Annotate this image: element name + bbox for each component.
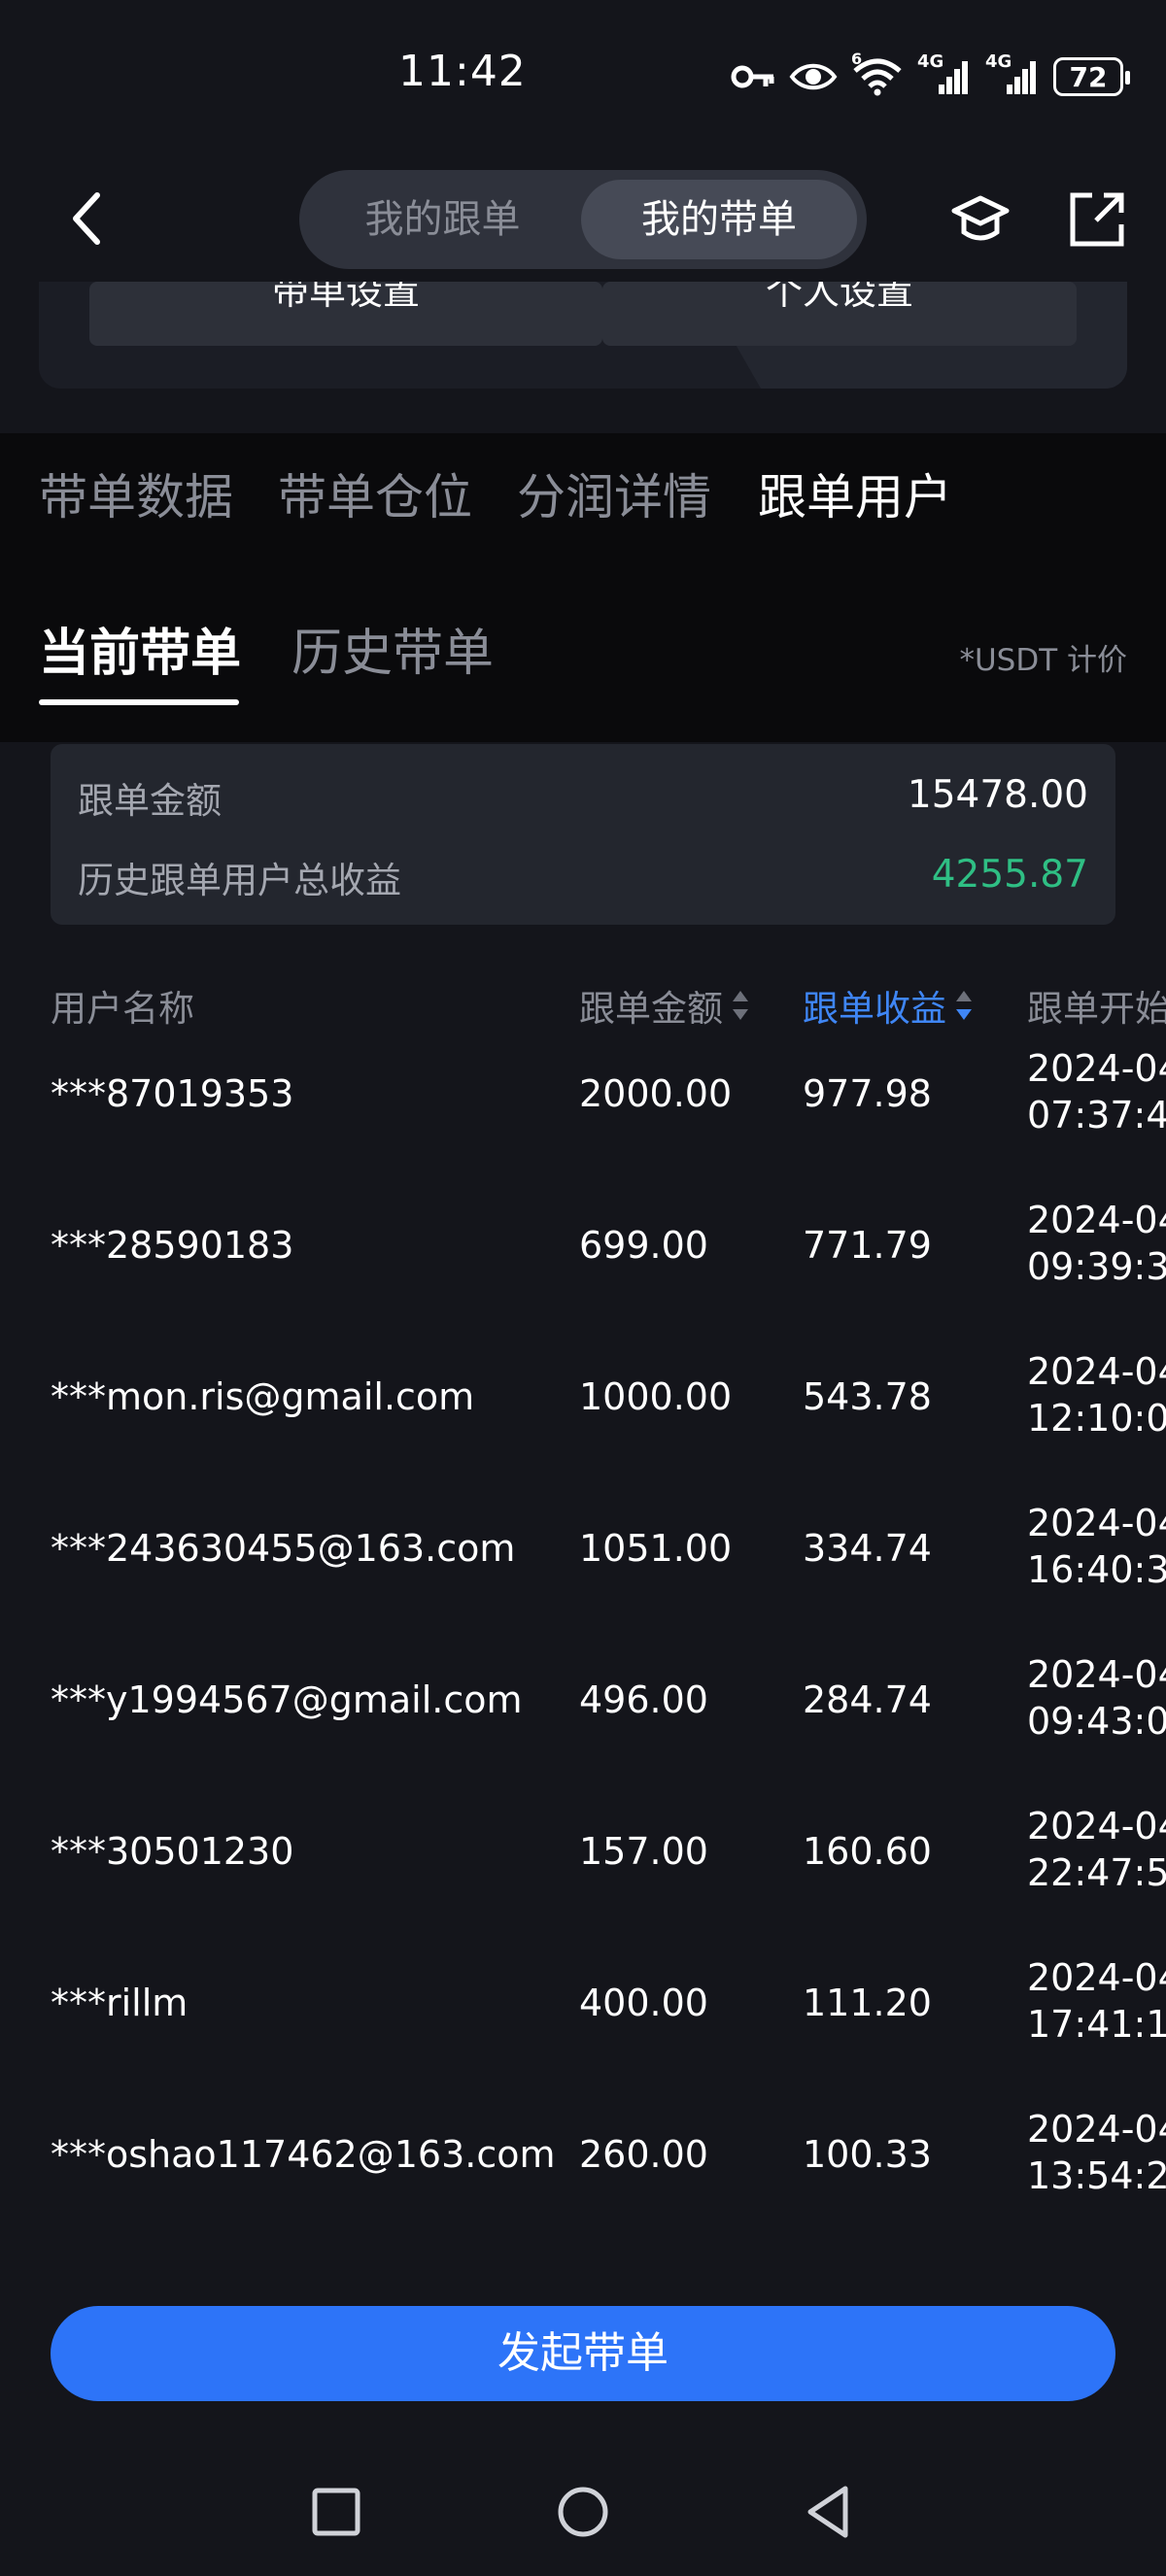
status-icons: 6 4G 4G 72 bbox=[731, 50, 1130, 103]
tab-copy-users[interactable]: 跟单用户 bbox=[758, 458, 952, 528]
usdt-pricing-note: *USDT 计价 bbox=[959, 643, 1127, 678]
tab-profit-share[interactable]: 分润详情 bbox=[517, 458, 711, 528]
cell-amount: 400.00 bbox=[579, 1982, 708, 2024]
cell-profit: 543.78 bbox=[803, 1375, 932, 1418]
table-row[interactable]: ***30501230 157.00 160.60 2024-04 22:47:… bbox=[0, 1776, 1166, 1927]
cell-start-date: 2024-04 bbox=[1027, 2108, 1166, 2151]
cell-user: ***28590183 bbox=[51, 1224, 294, 1267]
cell-start-date: 2024-04 bbox=[1027, 1653, 1166, 1696]
cell-user: ***243630455@163.com bbox=[51, 1527, 516, 1570]
table-row[interactable]: ***87019353 2000.00 977.98 2024-04 07:37… bbox=[0, 1018, 1166, 1169]
cell-start-time: 09:43:0 bbox=[1027, 1700, 1166, 1743]
cell-profit: 284.74 bbox=[803, 1678, 932, 1721]
cell-start-time: 16:40:3 bbox=[1027, 1548, 1166, 1591]
share-icon[interactable] bbox=[1067, 189, 1127, 250]
table-row[interactable]: ***oshao117462@163.com 260.00 100.33 202… bbox=[0, 2079, 1166, 2230]
signal-1-icon: 4G bbox=[917, 51, 972, 96]
cell-amount: 260.00 bbox=[579, 2133, 708, 2176]
summary-card: 跟单金额 15478.00 历史跟单用户总收益 4255.87 bbox=[51, 744, 1115, 925]
cell-profit: 100.33 bbox=[803, 2133, 932, 2176]
vpn-key-icon bbox=[731, 65, 774, 88]
lead-settings-label: 带单设置 bbox=[271, 282, 420, 313]
cell-amount: 1000.00 bbox=[579, 1375, 733, 1418]
cell-start-time: 07:37:4 bbox=[1027, 1094, 1166, 1136]
table-row[interactable]: ***243630455@163.com 1051.00 334.74 2024… bbox=[0, 1473, 1166, 1624]
start-lead-button[interactable]: 发起带单 bbox=[51, 2306, 1115, 2401]
wifi-icon: 6 bbox=[851, 50, 904, 96]
status-time: 11:42 bbox=[398, 47, 527, 96]
sort-desc-icon bbox=[956, 991, 972, 1020]
tab-history-leads[interactable]: 历史带单 bbox=[292, 612, 494, 685]
battery-level: 72 bbox=[1069, 60, 1108, 93]
table-row[interactable]: ***28590183 699.00 771.79 2024-04 09:39:… bbox=[0, 1169, 1166, 1321]
copy-amount-label: 跟单金额 bbox=[78, 780, 222, 822]
cell-amount: 1051.00 bbox=[579, 1527, 733, 1570]
cell-profit: 111.20 bbox=[803, 1982, 932, 2024]
recents-square-icon[interactable] bbox=[307, 2483, 365, 2541]
cell-amount: 2000.00 bbox=[579, 1072, 733, 1115]
back-icon[interactable] bbox=[68, 189, 107, 248]
cell-user: ***y1994567@gmail.com bbox=[51, 1678, 523, 1721]
personal-settings-button[interactable]: 个人设置 bbox=[602, 282, 1077, 346]
total-profit-value: 4255.87 bbox=[931, 853, 1088, 897]
cell-profit: 334.74 bbox=[803, 1527, 932, 1570]
segment-my-lead-trades[interactable]: 我的带单 bbox=[581, 180, 857, 259]
sort-icon bbox=[733, 991, 748, 1020]
cell-user: ***mon.ris@gmail.com bbox=[51, 1375, 475, 1418]
copy-amount-value: 15478.00 bbox=[907, 773, 1088, 817]
graduation-cap-icon[interactable] bbox=[950, 189, 1011, 250]
cell-profit: 771.79 bbox=[803, 1224, 932, 1267]
cell-start-date: 2024-04 bbox=[1027, 1047, 1166, 1090]
cell-start-time: 13:54:2 bbox=[1027, 2154, 1166, 2197]
table-row[interactable]: ***mon.ris@gmail.com 1000.00 543.78 2024… bbox=[0, 1321, 1166, 1473]
settings-card: 带单设置 个人设置 bbox=[39, 282, 1127, 389]
cell-start-time: 17:41:1 bbox=[1027, 2003, 1166, 2046]
cell-start-date: 2024-04 bbox=[1027, 1199, 1166, 1241]
cell-amount: 699.00 bbox=[579, 1224, 708, 1267]
active-tab-indicator bbox=[39, 699, 239, 705]
cell-start-time: 09:39:3 bbox=[1027, 1245, 1166, 1288]
cell-start-date: 2024-04 bbox=[1027, 1502, 1166, 1544]
cell-start-date: 2024-04 bbox=[1027, 1956, 1166, 1999]
cell-user: ***30501230 bbox=[51, 1830, 294, 1873]
total-profit-label: 历史跟单用户总收益 bbox=[78, 860, 401, 901]
segment-my-copy-trades[interactable]: 我的跟单 bbox=[309, 180, 576, 259]
lead-settings-button[interactable]: 带单设置 bbox=[89, 282, 602, 346]
cell-start-time: 22:47:5 bbox=[1027, 1851, 1166, 1894]
table-row[interactable]: ***rillm 400.00 111.20 2024-04 17:41:1 bbox=[0, 1927, 1166, 2079]
personal-settings-label: 个人设置 bbox=[765, 282, 913, 313]
cell-start-date: 2024-04 bbox=[1027, 1350, 1166, 1393]
home-circle-icon[interactable] bbox=[554, 2483, 612, 2541]
cell-amount: 157.00 bbox=[579, 1830, 708, 1873]
wifi-badge: 6 bbox=[851, 50, 863, 68]
cell-amount: 496.00 bbox=[579, 1678, 708, 1721]
tab-lead-data[interactable]: 带单数据 bbox=[39, 458, 233, 528]
eye-icon bbox=[789, 63, 838, 90]
tab-current-leads[interactable]: 当前带单 bbox=[39, 612, 241, 685]
cell-profit: 160.60 bbox=[803, 1830, 932, 1873]
cell-user: ***oshao117462@163.com bbox=[51, 2133, 556, 2176]
mode-segmented-control: 我的跟单 我的带单 bbox=[299, 170, 867, 269]
tab-lead-positions[interactable]: 带单仓位 bbox=[278, 458, 472, 528]
cell-user: ***87019353 bbox=[51, 1072, 294, 1115]
signal-2-icon: 4G bbox=[985, 51, 1040, 96]
back-triangle-icon[interactable] bbox=[801, 2483, 859, 2541]
table-row[interactable]: ***y1994567@gmail.com 496.00 284.74 2024… bbox=[0, 1624, 1166, 1776]
cell-start-time: 12:10:0 bbox=[1027, 1397, 1166, 1440]
cell-profit: 977.98 bbox=[803, 1072, 932, 1115]
cell-start-date: 2024-04 bbox=[1027, 1805, 1166, 1847]
cell-user: ***rillm bbox=[51, 1982, 189, 2024]
battery-icon: 72 bbox=[1053, 57, 1130, 96]
